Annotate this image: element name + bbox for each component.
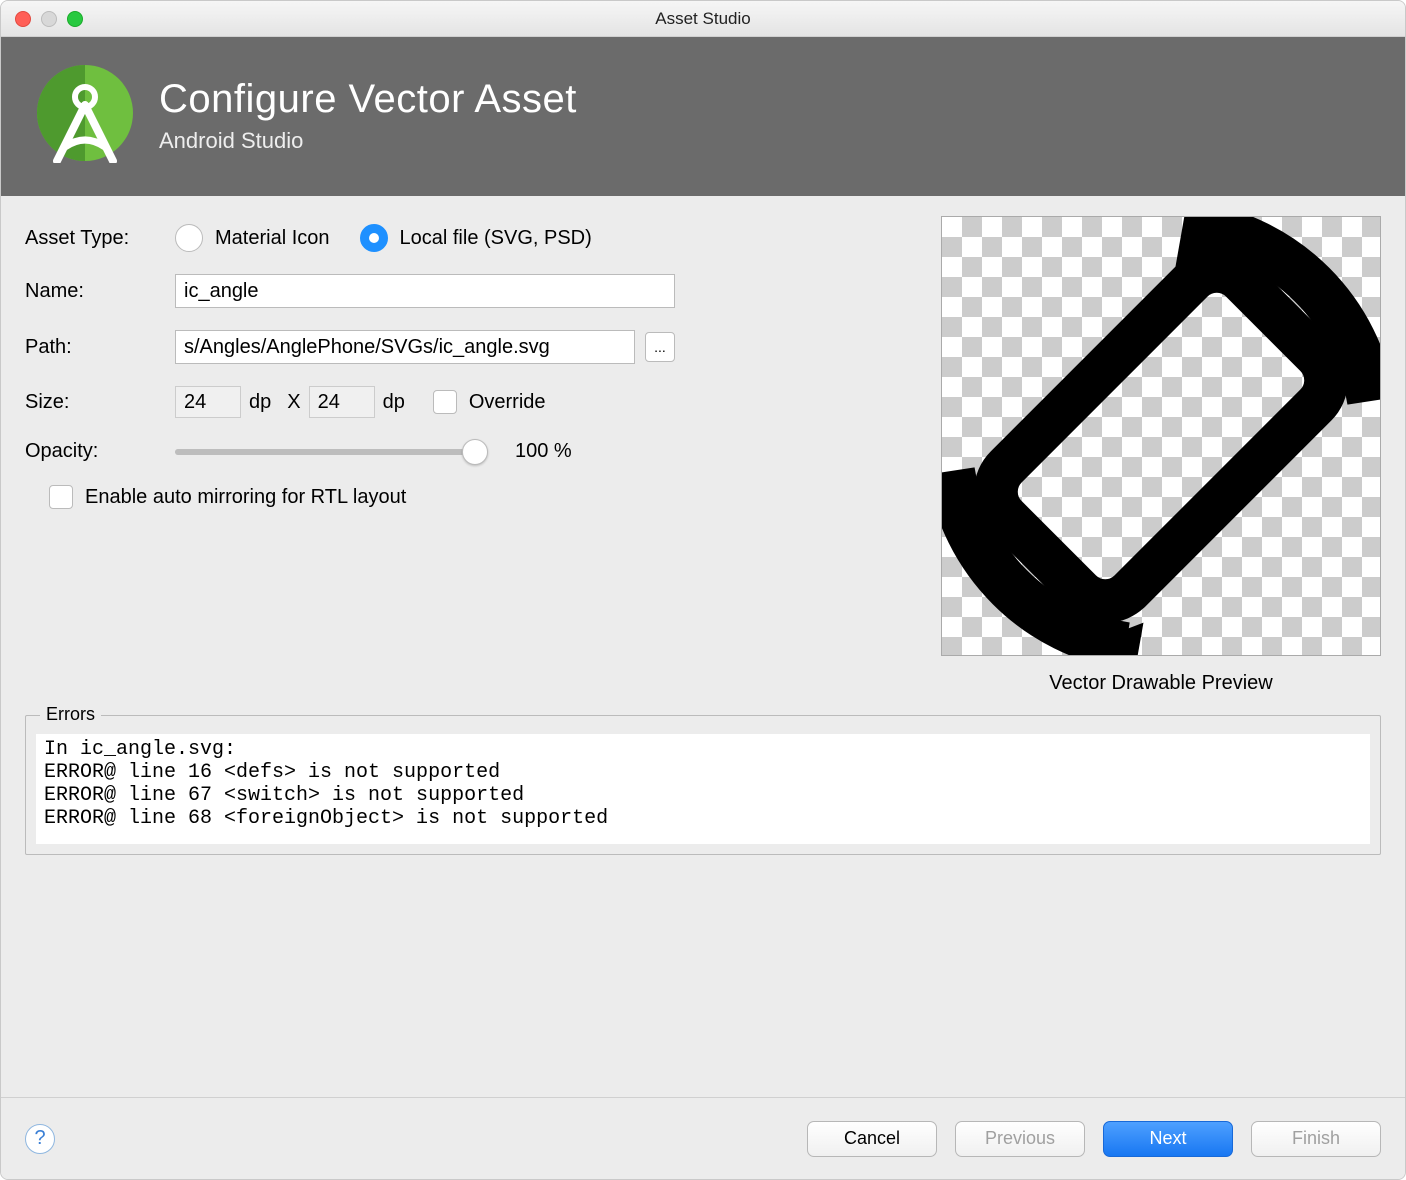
radio-icon [175,224,203,252]
path-label: Path: [25,336,175,359]
opacity-value: 100 % [515,440,572,463]
rtl-mirror-label: Enable auto mirroring for RTL layout [85,486,406,509]
row-asset-type: Asset Type: Material Icon Local file (SV… [25,224,917,252]
preview-box [941,216,1381,656]
size-unit-h: dp [383,391,405,414]
preview-caption: Vector Drawable Preview [1049,672,1272,695]
minimize-icon [41,11,57,27]
window-title: Asset Studio [1,9,1405,29]
titlebar: Asset Studio [1,1,1405,37]
zoom-icon[interactable] [67,11,83,27]
radio-local-label: Local file (SVG, PSD) [400,227,592,250]
radio-local-file[interactable]: Local file (SVG, PSD) [360,224,592,252]
errors-title: Errors [40,704,101,725]
row-name: Name: [25,274,917,308]
radio-icon [360,224,388,252]
size-separator: X [287,391,300,414]
asset-type-label: Asset Type: [25,227,175,250]
dialog-window: Asset Studio Configure Vector Asset Andr… [0,0,1406,1180]
header-subtitle: Android Studio [159,128,577,154]
size-label: Size: [25,391,175,414]
row-size: Size: dp X dp Override [25,386,917,418]
row-rtl-mirror: Enable auto mirroring for RTL layout [49,485,917,509]
vector-preview-icon [942,217,1380,655]
content-area: Asset Type: Material Icon Local file (SV… [1,196,1405,1097]
path-input[interactable] [175,330,635,364]
help-icon: ? [34,1127,45,1150]
row-path: Path: ... [25,330,917,364]
size-width-input[interactable] [175,386,241,418]
preview-column: Vector Drawable Preview [941,216,1381,695]
slider-thumb-icon[interactable] [462,439,488,465]
row-opacity: Opacity: 100 % [25,440,917,463]
cancel-button[interactable]: Cancel [807,1121,937,1157]
next-button[interactable]: Next [1103,1121,1233,1157]
form: Asset Type: Material Icon Local file (SV… [25,216,917,695]
close-icon[interactable] [15,11,31,27]
errors-text[interactable]: In ic_angle.svg: ERROR@ line 16 <defs> i… [36,734,1370,844]
name-label: Name: [25,280,175,303]
opacity-slider[interactable] [175,449,475,455]
finish-button[interactable]: Finish [1251,1121,1381,1157]
radio-material-label: Material Icon [215,227,330,250]
opacity-label: Opacity: [25,440,175,463]
browse-button[interactable]: ... [645,332,675,362]
header: Configure Vector Asset Android Studio [1,37,1405,196]
override-checkbox[interactable] [433,390,457,414]
override-label: Override [469,391,546,414]
size-height-input[interactable] [309,386,375,418]
size-unit-w: dp [249,391,271,414]
previous-button[interactable]: Previous [955,1121,1085,1157]
traffic-lights [1,11,83,27]
radio-material-icon[interactable]: Material Icon [175,224,330,252]
android-studio-icon [35,63,135,168]
errors-panel: Errors In ic_angle.svg: ERROR@ line 16 <… [25,715,1381,855]
header-title: Configure Vector Asset [159,77,577,122]
footer: ? Cancel Previous Next Finish [1,1097,1405,1179]
help-button[interactable]: ? [25,1124,55,1154]
rtl-mirror-checkbox[interactable] [49,485,73,509]
name-input[interactable] [175,274,675,308]
